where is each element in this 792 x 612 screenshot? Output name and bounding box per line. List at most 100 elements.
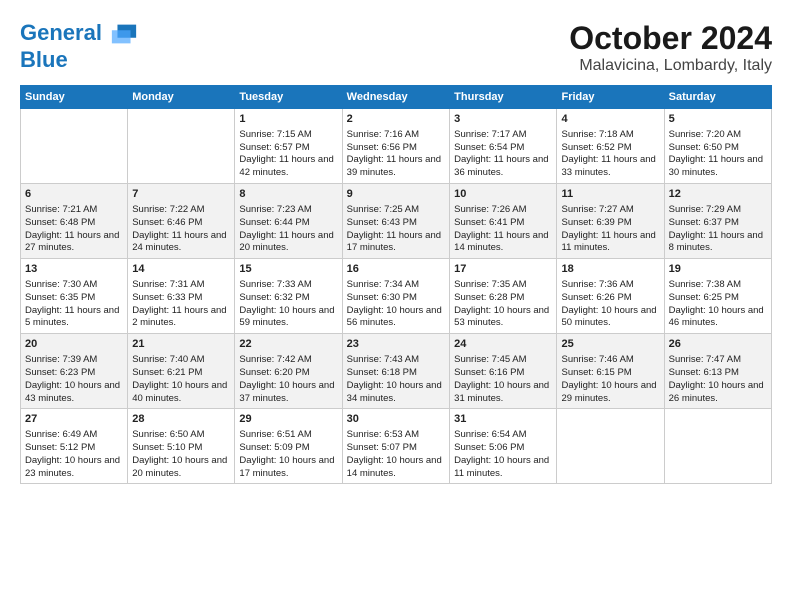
- calendar-cell: 13Sunrise: 7:30 AMSunset: 6:35 PMDayligh…: [21, 259, 128, 334]
- day-number: 5: [669, 112, 767, 127]
- day-number: 1: [239, 112, 337, 127]
- day-detail: Daylight: 10 hours and 59 minutes.: [239, 305, 337, 331]
- day-number: 16: [347, 262, 445, 277]
- calendar-cell: [557, 409, 664, 484]
- day-detail: Sunrise: 7:34 AM: [347, 279, 445, 292]
- day-detail: Sunset: 6:43 PM: [347, 217, 445, 230]
- day-detail: Daylight: 10 hours and 37 minutes.: [239, 380, 337, 406]
- day-detail: Daylight: 10 hours and 46 minutes.: [669, 305, 767, 331]
- day-detail: Daylight: 10 hours and 23 minutes.: [25, 455, 123, 481]
- calendar-cell: [664, 409, 771, 484]
- weekday-row: SundayMondayTuesdayWednesdayThursdayFrid…: [21, 86, 772, 109]
- day-detail: Daylight: 11 hours and 24 minutes.: [132, 230, 230, 256]
- calendar-cell: 7Sunrise: 7:22 AMSunset: 6:46 PMDaylight…: [128, 184, 235, 259]
- day-detail: Sunrise: 6:53 AM: [347, 429, 445, 442]
- day-number: 19: [669, 262, 767, 277]
- day-detail: Daylight: 10 hours and 50 minutes.: [561, 305, 659, 331]
- day-detail: Sunrise: 7:39 AM: [25, 354, 123, 367]
- day-detail: Sunset: 6:56 PM: [347, 142, 445, 155]
- day-number: 11: [561, 187, 659, 202]
- day-number: 23: [347, 337, 445, 352]
- day-detail: Sunrise: 7:30 AM: [25, 279, 123, 292]
- day-detail: Sunrise: 6:54 AM: [454, 429, 552, 442]
- day-detail: Daylight: 10 hours and 56 minutes.: [347, 305, 445, 331]
- day-detail: Daylight: 11 hours and 20 minutes.: [239, 230, 337, 256]
- day-detail: Sunset: 6:25 PM: [669, 292, 767, 305]
- day-number: 13: [25, 262, 123, 277]
- day-number: 9: [347, 187, 445, 202]
- day-detail: Daylight: 10 hours and 53 minutes.: [454, 305, 552, 331]
- day-detail: Sunrise: 7:26 AM: [454, 204, 552, 217]
- day-detail: Daylight: 10 hours and 14 minutes.: [347, 455, 445, 481]
- calendar-cell: [21, 109, 128, 184]
- day-detail: Sunset: 6:37 PM: [669, 217, 767, 230]
- day-detail: Sunrise: 6:50 AM: [132, 429, 230, 442]
- day-detail: Sunrise: 7:15 AM: [239, 129, 337, 142]
- day-number: 22: [239, 337, 337, 352]
- day-number: 21: [132, 337, 230, 352]
- calendar-cell: 29Sunrise: 6:51 AMSunset: 5:09 PMDayligh…: [235, 409, 342, 484]
- day-detail: Sunrise: 6:51 AM: [239, 429, 337, 442]
- day-detail: Sunset: 6:46 PM: [132, 217, 230, 230]
- weekday-header: Tuesday: [235, 86, 342, 109]
- calendar-week-row: 13 Sunrise: 7:30 AMSunset: 6:35 PM Dayligh…: [21, 259, 772, 334]
- calendar-cell: 1Sunrise: 7:15 AMSunset: 6:57 PMDaylight…: [235, 109, 342, 184]
- day-number: 8: [239, 187, 337, 202]
- day-detail: Sunrise: 7:22 AM: [132, 204, 230, 217]
- day-detail: Daylight: 11 hours and 8 minutes.: [669, 230, 767, 256]
- calendar-cell: 5Sunrise: 7:20 AMSunset: 6:50 PMDaylight…: [664, 109, 771, 184]
- calendar-cell: 2Sunrise: 7:16 AMSunset: 6:56 PMDaylight…: [342, 109, 449, 184]
- month-title: October 2024: [569, 20, 772, 57]
- day-detail: Sunset: 6:26 PM: [561, 292, 659, 305]
- calendar-cell: 17Sunrise: 7:35 AMSunset: 6:28 PMDayligh…: [450, 259, 557, 334]
- day-number: 10: [454, 187, 552, 202]
- day-detail: Daylight: 10 hours and 11 minutes.: [454, 455, 552, 481]
- weekday-header: Monday: [128, 86, 235, 109]
- calendar-cell: 25Sunrise: 7:46 AMSunset: 6:15 PMDayligh…: [557, 334, 664, 409]
- calendar-cell: 31Sunrise: 6:54 AMSunset: 5:06 PMDayligh…: [450, 409, 557, 484]
- day-detail: Sunset: 5:10 PM: [132, 442, 230, 455]
- day-detail: Sunrise: 7:31 AM: [132, 279, 230, 292]
- calendar-cell: 24Sunrise: 7:45 AMSunset: 6:16 PMDayligh…: [450, 334, 557, 409]
- day-detail: Sunrise: 7:18 AM: [561, 129, 659, 142]
- location-title: Malavicina, Lombardy, Italy: [569, 57, 772, 75]
- day-detail: Daylight: 10 hours and 31 minutes.: [454, 380, 552, 406]
- day-detail: Daylight: 11 hours and 14 minutes.: [454, 230, 552, 256]
- calendar-table: SundayMondayTuesdayWednesdayThursdayFrid…: [20, 85, 772, 484]
- calendar-header: SundayMondayTuesdayWednesdayThursdayFrid…: [21, 86, 772, 109]
- day-detail: Sunrise: 7:47 AM: [669, 354, 767, 367]
- day-detail: Sunrise: 7:23 AM: [239, 204, 337, 217]
- calendar-cell: 8Sunrise: 7:23 AMSunset: 6:44 PMDaylight…: [235, 184, 342, 259]
- calendar-cell: 18Sunrise: 7:36 AMSunset: 6:26 PMDayligh…: [557, 259, 664, 334]
- calendar-cell: 26Sunrise: 7:47 AMSunset: 6:13 PMDayligh…: [664, 334, 771, 409]
- day-number: 25: [561, 337, 659, 352]
- calendar-cell: 19Sunrise: 7:38 AMSunset: 6:25 PMDayligh…: [664, 259, 771, 334]
- day-detail: Daylight: 11 hours and 33 minutes.: [561, 154, 659, 180]
- calendar-cell: 6Sunrise: 7:21 AMSunset: 6:48 PMDaylight…: [21, 184, 128, 259]
- day-detail: Sunset: 6:20 PM: [239, 367, 337, 380]
- day-number: 31: [454, 412, 552, 427]
- day-detail: Daylight: 10 hours and 34 minutes.: [347, 380, 445, 406]
- calendar-cell: 12Sunrise: 7:29 AMSunset: 6:37 PMDayligh…: [664, 184, 771, 259]
- calendar-cell: 27Sunrise: 6:49 AMSunset: 5:12 PMDayligh…: [21, 409, 128, 484]
- day-detail: Sunset: 6:32 PM: [239, 292, 337, 305]
- logo-blue-text: Blue: [20, 48, 138, 72]
- day-detail: Sunset: 5:07 PM: [347, 442, 445, 455]
- day-detail: Daylight: 10 hours and 20 minutes.: [132, 455, 230, 481]
- day-number: 12: [669, 187, 767, 202]
- day-detail: Sunset: 6:13 PM: [669, 367, 767, 380]
- day-number: 29: [239, 412, 337, 427]
- day-detail: Sunset: 6:52 PM: [561, 142, 659, 155]
- calendar-cell: 15Sunrise: 7:33 AMSunset: 6:32 PMDayligh…: [235, 259, 342, 334]
- calendar-week-row: 20Sunrise: 7:39 AMSunset: 6:23 PMDayligh…: [21, 334, 772, 409]
- day-detail: Sunset: 6:21 PM: [132, 367, 230, 380]
- calendar-cell: 22Sunrise: 7:42 AMSunset: 6:20 PMDayligh…: [235, 334, 342, 409]
- day-detail: Sunrise: 7:43 AM: [347, 354, 445, 367]
- day-detail: Sunset: 6:35 PM: [25, 292, 123, 305]
- day-detail: Daylight: 10 hours and 17 minutes.: [239, 455, 337, 481]
- day-detail: Daylight: 10 hours and 40 minutes.: [132, 380, 230, 406]
- day-detail: Sunrise: 7:36 AM: [561, 279, 659, 292]
- calendar-cell: 14Sunrise: 7:31 AMSunset: 6:33 PMDayligh…: [128, 259, 235, 334]
- calendar-cell: 16Sunrise: 7:34 AMSunset: 6:30 PMDayligh…: [342, 259, 449, 334]
- day-number: 27: [25, 412, 123, 427]
